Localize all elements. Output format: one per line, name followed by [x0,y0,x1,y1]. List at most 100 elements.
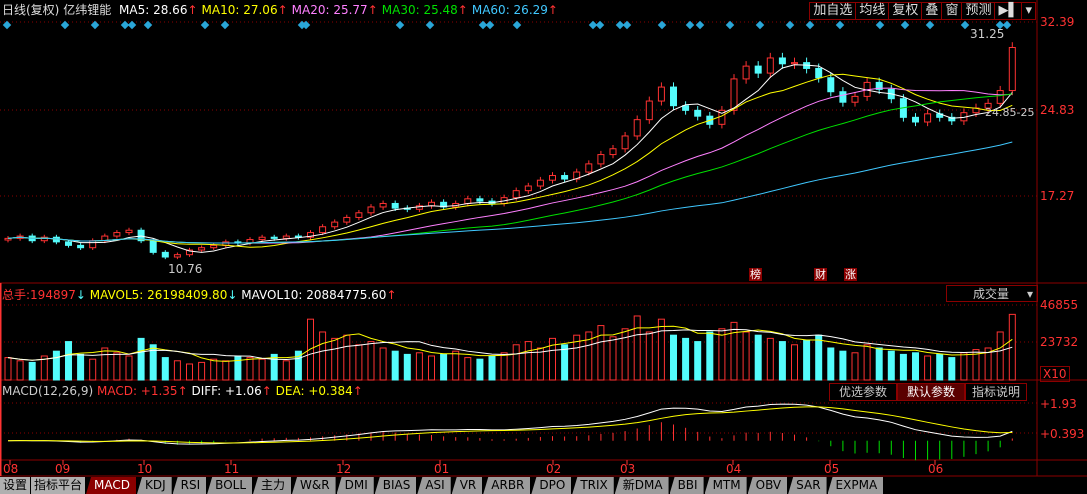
volume-bar [282,360,290,381]
tab-obv[interactable]: OBV [747,477,788,494]
volume-bar [839,350,847,381]
adjust-button[interactable]: 复权 [889,3,923,19]
marker-finance[interactable]: 财 [814,268,827,281]
candle [996,90,1004,104]
marker-limit-up[interactable]: 涨 [844,268,857,281]
total-label: 总手: [2,288,31,302]
candle [561,175,569,180]
candle [536,179,544,187]
volume-bar [137,337,145,381]
ma30-line [7,93,1013,244]
candle [270,236,278,239]
tab-新dma[interactable]: 新DMA [614,477,669,494]
candle [428,201,435,207]
period-label: 日线(复权) [2,3,60,17]
volume-bar [222,360,230,381]
signal-diamond-icon [695,20,705,30]
tab-expma[interactable]: EXPMA [827,477,884,494]
candle [730,78,738,111]
tab-vr[interactable]: VR [451,477,483,494]
candle [319,226,327,234]
tab-boll[interactable]: BOLL [207,477,253,494]
jump-end-icon[interactable]: ▶▌ [995,3,1023,19]
volume-bar [597,325,605,381]
volume-axis-top: 46855 [1040,298,1079,312]
volume-bar [645,331,653,381]
signal-diamond-icon [220,20,230,30]
tab-kdj[interactable]: KDJ [137,477,172,494]
default-params-button[interactable]: 默认参数 [897,383,966,401]
macd-name: MACD(12,26,9) [2,384,94,398]
tab-mtm[interactable]: MTM [704,477,747,494]
volume-bar [403,353,411,381]
tab-asi[interactable]: ASI [417,477,451,494]
tab-bbi[interactable]: BBI [669,477,704,494]
indicator-help-button[interactable]: 指标说明 [965,383,1028,401]
tab-arbr[interactable]: ARBR [483,477,531,494]
volume-bar [379,347,387,381]
mavol10-line [7,328,1013,361]
volume-bar [536,347,544,381]
volume-bar [912,352,919,381]
volume-bar [331,337,339,381]
volume-bar [851,352,859,381]
tab-sar[interactable]: SAR [788,477,827,494]
tab-dpo[interactable]: DPO [531,477,572,494]
volume-axis-mid: 23732 [1040,335,1079,349]
candle [766,57,774,74]
ma20-line [7,87,1013,244]
tab-button-0[interactable]: 设置 [0,477,31,494]
macd-buttons: 优选参数 默认参数 指标说明 [829,383,1028,401]
header-info: 日线(复权) 亿纬锂能 MA5: 28.66↑ MA10: 27.06↑ MA20:… [2,3,558,17]
dropdown-icon[interactable]: ▾ [1022,3,1035,19]
tab-macd[interactable]: MACD [86,477,137,494]
candle [549,175,556,181]
tab-trix[interactable]: TRIX [572,477,614,494]
indicator-select[interactable]: 成交量 ▾ [946,285,1038,302]
ma-button[interactable]: 均线 [856,3,890,19]
add-watchlist-button[interactable]: 加自选 [810,3,857,19]
volume-bar [391,350,399,381]
signal-diamond-icon [595,20,605,30]
tab-button-1[interactable]: 指标平台 [31,477,86,494]
candle [815,67,823,79]
volume-bar [803,339,811,381]
volume-bar [827,347,835,381]
tab-bias[interactable]: BIAS [374,477,417,494]
volume-scale: X10 [1040,366,1070,382]
indicator-select-value: 成交量 [973,287,1010,301]
price-axis-mid: 24.83 [1040,103,1075,117]
tab-rsi[interactable]: RSI [172,477,207,494]
indicator-tabs: 设置 指标平台 MACD KDJ RSI BOLL 主力 W&R DMI BIAS ASI VR ARB… [0,477,885,494]
overlay-button[interactable]: 叠 [922,3,943,19]
marker-rank[interactable]: 榜 [749,268,762,281]
macd-info: MACD(12,26,9) MACD: +1.35↑ DIFF: +1.06↑ … [2,384,363,398]
candle [694,109,702,117]
candle [742,65,750,80]
window-button[interactable]: 窗 [942,3,963,19]
date-label: 01 [434,462,450,476]
candle [645,100,653,121]
candle [791,62,798,65]
date-label: 03 [620,462,636,476]
candle [657,86,665,102]
tab-主力[interactable]: 主力 [253,477,292,494]
candle [198,247,206,251]
macd-value: MACD: +1.35 [96,384,178,398]
candle [512,190,520,199]
candle [379,202,387,208]
forecast-button[interactable]: 预测 [962,3,996,19]
price-axis-low: 17.27 [1040,189,1075,203]
date-label: 08 [3,462,19,476]
signal-diamond-icon [60,20,70,30]
candle [1008,46,1016,92]
candle [754,65,762,74]
volume-bar [718,328,726,381]
optimize-params-button[interactable]: 优选参数 [829,383,898,401]
tab-w&r[interactable]: W&R [292,477,336,494]
signal-diamond-icon [960,20,970,30]
candle [585,163,593,173]
tab-dmi[interactable]: DMI [336,477,374,494]
volume-bar [161,357,169,381]
cost-annotation: 24.85-25 [985,106,1035,119]
